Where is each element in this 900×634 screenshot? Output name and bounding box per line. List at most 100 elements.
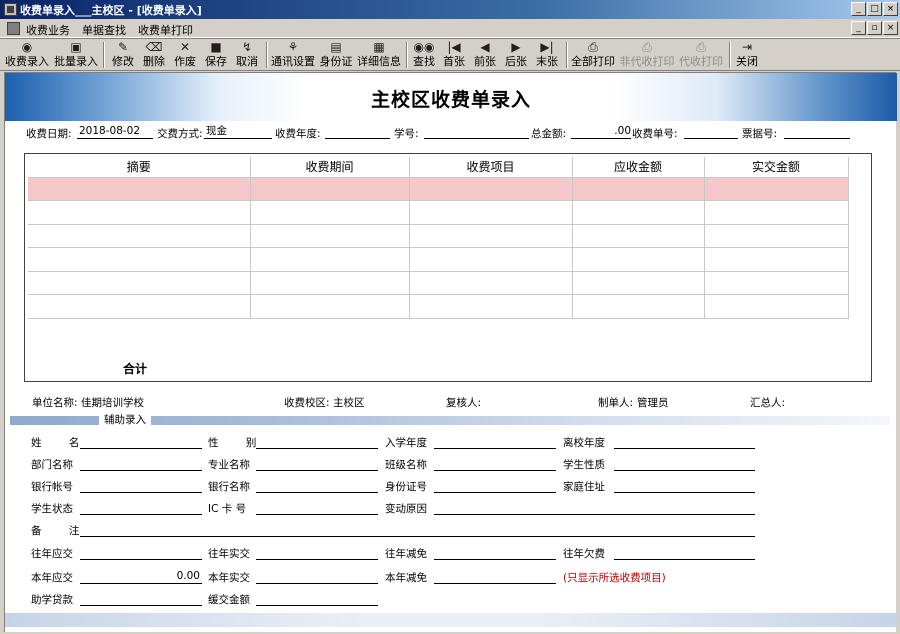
class-field[interactable] bbox=[434, 455, 556, 471]
cur-due-field[interactable]: 0.00 bbox=[80, 568, 202, 584]
address-field[interactable] bbox=[614, 477, 755, 493]
department-field[interactable] bbox=[80, 455, 202, 471]
date-field[interactable]: 2018-08-02 bbox=[77, 123, 153, 139]
menu-item-search[interactable]: 单据查找 bbox=[82, 22, 126, 38]
loan-field[interactable] bbox=[80, 590, 202, 606]
leave-year-field[interactable] bbox=[614, 433, 755, 449]
name-field[interactable] bbox=[80, 433, 202, 449]
child-minimize-button[interactable]: _ bbox=[851, 21, 866, 35]
receipt-no-field[interactable] bbox=[684, 123, 738, 139]
table-cell-period[interactable] bbox=[250, 294, 410, 319]
major-field[interactable] bbox=[256, 455, 378, 471]
student-no-field[interactable] bbox=[424, 123, 529, 139]
id-no-field[interactable] bbox=[434, 477, 556, 493]
bank-name-field[interactable] bbox=[256, 477, 378, 493]
table-row[interactable] bbox=[28, 200, 849, 225]
table-cell-due-amount[interactable] bbox=[572, 247, 705, 272]
table-cell-paid-amount[interactable] bbox=[704, 224, 849, 248]
menu-item-billing[interactable]: 收费业务 bbox=[26, 22, 70, 38]
menu-item-print[interactable]: 收费单打印 bbox=[138, 22, 193, 38]
table-cell-summary[interactable] bbox=[28, 177, 251, 201]
table-cell-period[interactable] bbox=[250, 177, 410, 201]
table-cell-paid-amount[interactable] bbox=[704, 294, 849, 319]
table-cell-paid-amount[interactable] bbox=[704, 177, 849, 201]
table-cell-summary[interactable] bbox=[28, 271, 251, 295]
table-cell-period[interactable] bbox=[250, 271, 410, 295]
table-row[interactable] bbox=[28, 247, 849, 272]
deferred-field[interactable] bbox=[256, 590, 378, 606]
toolbar-button-proxy-print[interactable]: ⎙ 代收打印 bbox=[678, 40, 724, 70]
child-restore-button[interactable]: ▫ bbox=[867, 21, 882, 35]
table-cell-item[interactable] bbox=[409, 177, 573, 201]
table-cell-due-amount[interactable] bbox=[572, 294, 705, 319]
toolbar-button-save[interactable]: ■ 保存 bbox=[201, 40, 231, 70]
gender-field[interactable] bbox=[256, 433, 378, 449]
table-cell-due-amount[interactable] bbox=[572, 177, 705, 201]
child-close-button[interactable]: × bbox=[883, 21, 898, 35]
ic-card-field[interactable] bbox=[256, 499, 378, 515]
table-cell-item[interactable] bbox=[409, 247, 573, 272]
minimize-button[interactable]: _ bbox=[851, 2, 866, 16]
toolbar-button-close[interactable]: ⇥ 关闭 bbox=[733, 40, 761, 70]
table-row[interactable] bbox=[28, 224, 849, 248]
remark-field[interactable] bbox=[80, 521, 755, 537]
toolbar-button-find[interactable]: ◉◉ 查找 bbox=[410, 40, 438, 70]
toolbar-button-cancel[interactable]: ↯ 取消 bbox=[232, 40, 262, 70]
change-reason-field[interactable] bbox=[434, 499, 755, 515]
table-cell-due-amount[interactable] bbox=[572, 271, 705, 295]
table-row[interactable] bbox=[28, 294, 849, 319]
charge-table[interactable]: 摘要 收费期间 收费项目 应收金额 实交金额 bbox=[28, 157, 849, 319]
column-header-paid-amount[interactable]: 实交金额 bbox=[704, 157, 849, 178]
table-cell-item[interactable] bbox=[409, 200, 573, 225]
table-cell-period[interactable] bbox=[250, 200, 410, 225]
toolbar-button-delete[interactable]: ⌫ 删除 bbox=[139, 40, 169, 70]
column-header-period[interactable]: 收费期间 bbox=[250, 157, 410, 178]
table-cell-summary[interactable] bbox=[28, 224, 251, 248]
column-header-item[interactable]: 收费项目 bbox=[409, 157, 573, 178]
toolbar-button-edit[interactable]: ✎ 修改 bbox=[108, 40, 138, 70]
table-cell-paid-amount[interactable] bbox=[704, 271, 849, 295]
table-cell-item[interactable] bbox=[409, 294, 573, 319]
table-cell-item[interactable] bbox=[409, 271, 573, 295]
prev-paid-field[interactable] bbox=[256, 544, 378, 560]
close-button[interactable]: × bbox=[883, 2, 898, 16]
pay-method-select[interactable]: 现金 bbox=[204, 123, 272, 139]
table-cell-item[interactable] bbox=[409, 224, 573, 248]
student-type-field[interactable] bbox=[614, 455, 755, 471]
prev-waived-field[interactable] bbox=[434, 544, 556, 560]
table-cell-period[interactable] bbox=[250, 247, 410, 272]
charge-grid[interactable]: 摘要 收费期间 收费项目 应收金额 实交金额 合计 bbox=[24, 153, 872, 382]
mdi-child-icon[interactable] bbox=[7, 22, 20, 35]
toolbar-button-comm-settings[interactable]: ⚘ 通讯设置 bbox=[270, 40, 316, 70]
toolbar-button-last[interactable]: ▶| 末张 bbox=[533, 40, 561, 70]
maximize-button[interactable]: □ bbox=[867, 2, 882, 16]
toolbar-button-id-card[interactable]: ▤ 身份证 bbox=[318, 40, 354, 70]
enroll-year-field[interactable] bbox=[434, 433, 556, 449]
table-row[interactable] bbox=[28, 271, 849, 295]
table-cell-summary[interactable] bbox=[28, 200, 251, 225]
toolbar-button-next[interactable]: ▶ 后张 bbox=[502, 40, 530, 70]
column-header-summary[interactable]: 摘要 bbox=[28, 157, 251, 178]
table-cell-paid-amount[interactable] bbox=[704, 247, 849, 272]
status-field[interactable] bbox=[80, 499, 202, 515]
toolbar-button-void[interactable]: ✕ 作废 bbox=[170, 40, 200, 70]
table-cell-due-amount[interactable] bbox=[572, 224, 705, 248]
year-field[interactable] bbox=[325, 123, 390, 139]
ticket-no-field[interactable] bbox=[784, 123, 850, 139]
total-field[interactable]: .00 bbox=[571, 123, 631, 139]
window-title-bar[interactable]: 收费单录入___主校区 - [收费单录入] _ □ × bbox=[0, 0, 900, 19]
toolbar-button-details[interactable]: ▦ 详细信息 bbox=[356, 40, 402, 70]
toolbar-button-print-all[interactable]: ⎙ 全部打印 bbox=[570, 40, 616, 70]
table-cell-due-amount[interactable] bbox=[572, 200, 705, 225]
column-header-due-amount[interactable]: 应收金额 bbox=[572, 157, 705, 178]
toolbar-button-non-proxy-print[interactable]: ⎙ 非代收打印 bbox=[619, 40, 675, 70]
table-cell-summary[interactable] bbox=[28, 294, 251, 319]
toolbar-button-first[interactable]: |◀ 首张 bbox=[440, 40, 468, 70]
table-cell-summary[interactable] bbox=[28, 247, 251, 272]
prev-due-field[interactable] bbox=[80, 544, 202, 560]
bank-account-field[interactable] bbox=[80, 477, 202, 493]
table-cell-period[interactable] bbox=[250, 224, 410, 248]
toolbar-button-batch-entry[interactable]: ▣ 批量录入 bbox=[53, 40, 99, 70]
table-cell-paid-amount[interactable] bbox=[704, 200, 849, 225]
prev-owed-field[interactable] bbox=[614, 544, 755, 560]
